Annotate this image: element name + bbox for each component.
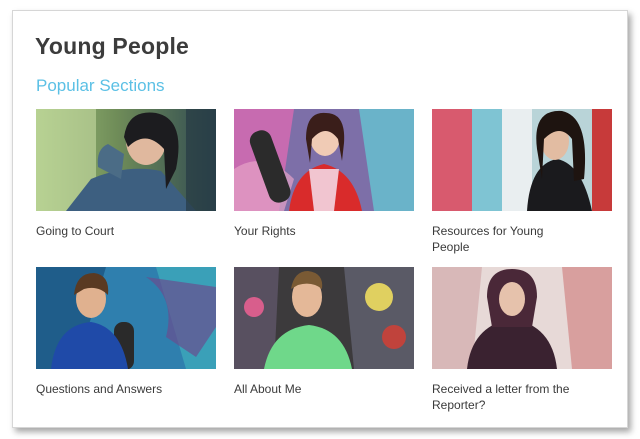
received-letter-photo[interactable] [432,267,612,369]
section-card-going-to-court[interactable]: Going to Court [36,109,216,239]
young-people-panel: Young People Popular Sections Going to C… [12,10,628,428]
section-label[interactable]: Questions and Answers [36,381,186,397]
section-card-received-a-letter[interactable]: Received a letter from the Reporter? [432,267,612,413]
section-label[interactable]: Going to Court [36,223,186,239]
going-to-court-photo[interactable] [36,109,216,211]
resources-photo[interactable] [432,109,612,211]
popular-sections-heading: Popular Sections [36,76,165,95]
section-card-your-rights[interactable]: Your Rights [234,109,414,239]
section-label[interactable]: Your Rights [234,223,384,239]
section-label[interactable]: Received a letter from the Reporter? [432,381,582,413]
section-card-resources-for-young-people[interactable]: Resources for Young People [432,109,612,255]
section-label[interactable]: All About Me [234,381,384,397]
section-card-all-about-me[interactable]: All About Me [234,267,414,397]
all-about-me-photo[interactable] [234,267,414,369]
section-card-questions-and-answers[interactable]: Questions and Answers [36,267,216,397]
panel-title: Young People [35,33,190,59]
questions-photo[interactable] [36,267,216,369]
your-rights-photo[interactable] [234,109,414,211]
section-label[interactable]: Resources for Young People [432,223,582,255]
